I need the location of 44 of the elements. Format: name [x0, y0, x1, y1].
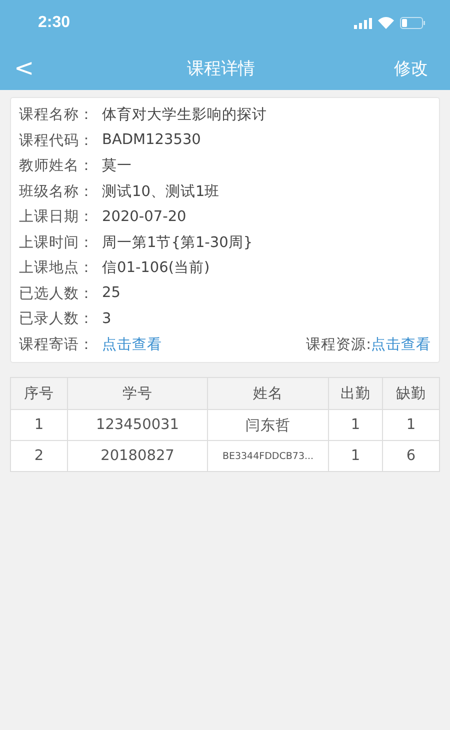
table-cell: BE3344FDDCB73...	[208, 440, 328, 472]
field-value: 2020-07-20	[102, 208, 186, 225]
column-header: 姓名	[208, 378, 328, 410]
table-cell: 1	[328, 440, 382, 472]
field-label: 教师姓名：	[19, 157, 94, 176]
signal-icon	[354, 18, 372, 28]
field-value: BADM123530	[102, 132, 201, 148]
status-time: 2:30	[38, 14, 70, 32]
view-link[interactable]: 点击查看	[102, 334, 162, 354]
field-label: 已录人数：	[19, 310, 94, 328]
view-link[interactable]: 点击查看	[371, 334, 431, 354]
table-cell: 20180827	[68, 440, 208, 472]
battery-icon	[400, 17, 426, 29]
page-title: 课程详情	[187, 58, 255, 80]
wifi-icon	[378, 17, 394, 29]
table-cell: 1	[10, 410, 68, 440]
table-cell: 1	[328, 410, 382, 440]
field-value: 测试10、测试1班	[102, 182, 220, 201]
table-cell: 123450031	[68, 410, 208, 440]
field-label: 课程名称：	[19, 106, 94, 124]
field-label: 上课日期：	[19, 208, 94, 226]
field-value: 莫一	[102, 157, 132, 176]
column-header: 出勤	[328, 378, 382, 410]
edit-button[interactable]: 修改	[394, 56, 428, 80]
column-header: 学号	[68, 378, 208, 410]
field-value: 信01-106(当前)	[102, 259, 210, 278]
field-label: 课程代码：	[19, 132, 94, 150]
field-label: 已选人数：	[19, 284, 94, 303]
table-cell: 2	[10, 440, 68, 472]
table-cell: 6	[382, 440, 440, 472]
field-label: 课程资源:	[306, 336, 371, 354]
field-value: 周一第1节{第1-30周}	[102, 234, 253, 252]
field-label: 班级名称：	[19, 182, 94, 201]
column-header: 缺勤	[382, 378, 440, 410]
field-label: 课程寄语：	[19, 336, 94, 354]
field-value: 3	[102, 310, 112, 327]
column-header: 序号	[10, 378, 68, 410]
back-button[interactable]: <	[14, 54, 34, 82]
field-value: 25	[102, 285, 120, 302]
table-cell: 1	[382, 410, 440, 440]
table-cell: 闫东哲	[208, 410, 328, 440]
field-value: 体育对大学生影响的探讨	[102, 106, 267, 124]
field-label: 上课时间：	[19, 234, 94, 252]
field-label: 上课地点：	[19, 259, 94, 278]
